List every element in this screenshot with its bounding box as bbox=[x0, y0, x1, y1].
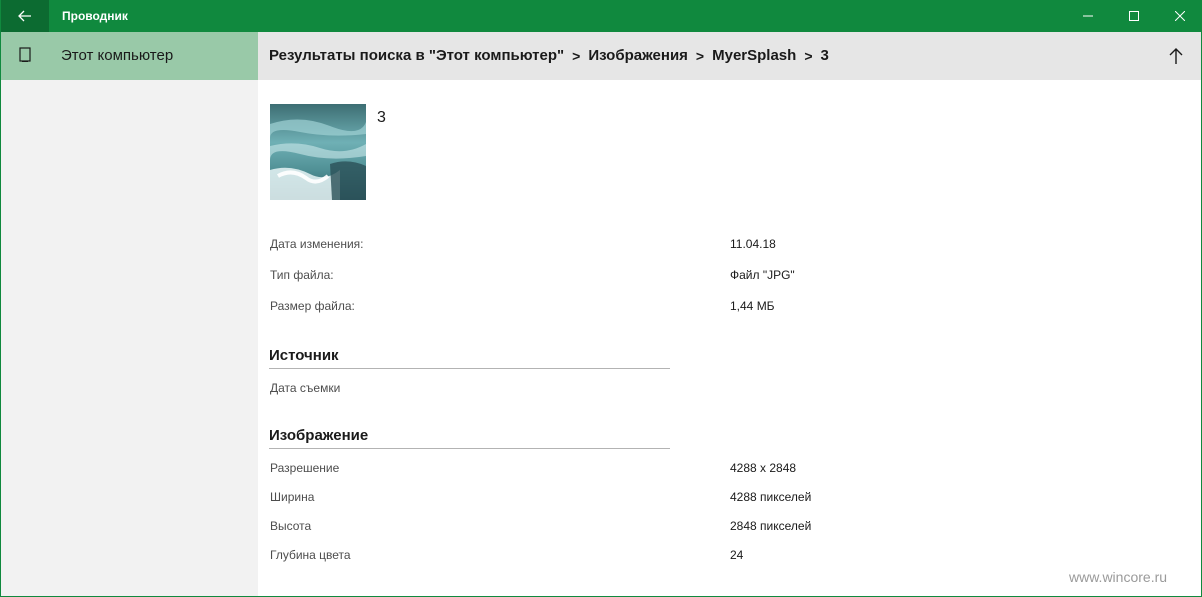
property-label: Высота bbox=[270, 519, 312, 533]
address-bar: Результаты поиска в "Этот компьютер" > И… bbox=[258, 32, 1201, 80]
close-icon bbox=[1175, 11, 1185, 21]
arrow-up-icon bbox=[1169, 48, 1183, 64]
section-divider bbox=[269, 368, 670, 369]
section-divider bbox=[269, 448, 670, 449]
property-label: Тип файла: bbox=[270, 268, 334, 282]
computer-icon bbox=[19, 47, 31, 62]
minimize-icon bbox=[1083, 15, 1093, 17]
property-value: Файл "JPG" bbox=[730, 268, 795, 282]
breadcrumb-search-results[interactable]: Результаты поиска в "Этот компьютер" bbox=[269, 47, 564, 64]
section-title-source: Источник bbox=[269, 347, 339, 364]
property-value: 24 bbox=[730, 548, 744, 562]
up-button[interactable] bbox=[1164, 44, 1188, 68]
image-thumbnail[interactable] bbox=[270, 104, 366, 200]
section-title-image: Изображение bbox=[269, 427, 369, 444]
image-thumbnail-picture bbox=[270, 104, 366, 200]
watermark: www.wincore.ru bbox=[1069, 569, 1168, 585]
property-value: 1,44 МБ bbox=[730, 299, 775, 313]
back-button[interactable] bbox=[1, 0, 49, 32]
sidebar-item-this-pc[interactable]: Этот компьютер bbox=[1, 32, 258, 80]
property-value: 2848 пикселей bbox=[730, 519, 812, 533]
breadcrumb-file[interactable]: 3 bbox=[821, 47, 829, 64]
property-label: Дата изменения: bbox=[270, 237, 364, 251]
file-name: 3 bbox=[377, 109, 386, 126]
sidebar: Этот компьютер bbox=[1, 32, 258, 596]
property-label: Разрешение bbox=[270, 461, 340, 475]
property-label: Ширина bbox=[270, 490, 315, 504]
property-value: 4288 x 2848 bbox=[730, 461, 797, 475]
maximize-icon bbox=[1129, 11, 1139, 21]
minimize-button[interactable] bbox=[1065, 0, 1111, 32]
properties-pane: 3 Дата изменения: 11.04.18 Тип файла: Фа… bbox=[258, 80, 1201, 596]
maximize-button[interactable] bbox=[1111, 0, 1157, 32]
chevron-right-icon: > bbox=[572, 47, 581, 64]
property-value: 11.04.18 bbox=[730, 237, 776, 251]
chevron-right-icon: > bbox=[695, 47, 705, 64]
property-value: 4288 пикселей bbox=[730, 490, 812, 504]
sidebar-item-label: Этот компьютер bbox=[61, 47, 174, 64]
app-title: Проводник bbox=[62, 9, 128, 23]
title-bar: Проводник bbox=[1, 0, 1201, 32]
breadcrumb: Результаты поиска в "Этот компьютер" > И… bbox=[269, 47, 829, 64]
property-label: Размер файла: bbox=[270, 299, 355, 313]
arrow-left-icon bbox=[18, 10, 31, 22]
close-button[interactable] bbox=[1157, 0, 1201, 32]
chevron-right-icon: > bbox=[804, 47, 813, 64]
property-label: Дата съемки bbox=[270, 381, 341, 395]
property-label: Глубина цвета bbox=[270, 548, 351, 562]
file-explorer-window: Проводник Этот компьютер Результаты поис… bbox=[0, 0, 1202, 597]
breadcrumb-images[interactable]: Изображения bbox=[588, 47, 688, 64]
breadcrumb-myersplash[interactable]: MyerSplash bbox=[712, 47, 796, 64]
